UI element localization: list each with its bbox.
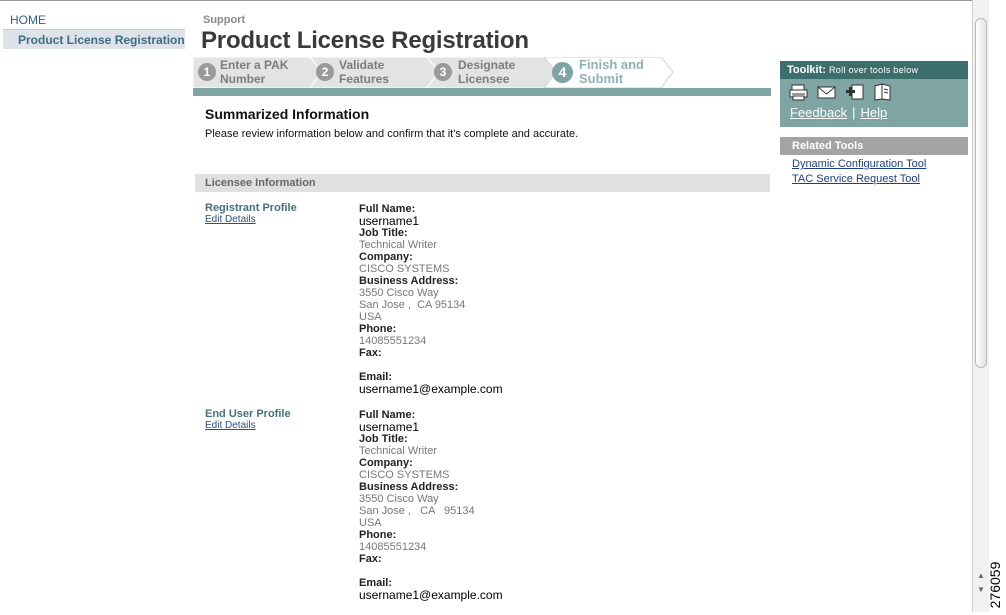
end-user-details: Full Name: username1 Job Title: Technica… <box>359 409 659 601</box>
full-name-value: username1 <box>359 420 420 434</box>
browser-content: HOME Product License Registration Suppor… <box>0 0 972 612</box>
step-3-line2: Licensee <box>458 72 510 86</box>
phone-value: 14085551234 <box>359 541 427 553</box>
fax-value <box>359 565 659 577</box>
figure-number: 276059 <box>985 555 1005 615</box>
step-4-current: 4 Finish and Submit <box>544 57 674 88</box>
job-title-label: Job Title: <box>359 227 408 239</box>
step-1-label: Enter a PAK Number <box>220 58 288 86</box>
end-user-profile-label: End User Profile <box>205 408 291 420</box>
step-2-line1: Validate <box>339 58 385 72</box>
company-value: CISCO SYSTEMS <box>359 263 450 275</box>
registrant-profile-label: Registrant Profile <box>205 202 297 214</box>
left-nav: HOME Product License Registration <box>3 13 185 49</box>
email-value: username1@example.com <box>359 588 503 602</box>
toolkit-header: Toolkit: Roll over tools below <box>780 61 968 79</box>
toolkit-hint: Roll over tools below <box>828 65 919 75</box>
phone-label: Phone: <box>359 529 397 541</box>
step-3-label: Designate Licensee <box>458 58 515 86</box>
toolkit-title: Toolkit: <box>787 64 826 76</box>
fax-value <box>359 359 659 371</box>
feedback-link[interactable]: Feedback <box>790 105 847 120</box>
address-label: Business Address: <box>359 481 459 493</box>
step-3: 3 Designate Licensee <box>427 57 557 88</box>
email-icon[interactable] <box>817 83 837 101</box>
step-3-number: 3 <box>434 63 452 81</box>
job-title-value: Technical Writer <box>359 239 438 251</box>
step-1-line1: Enter a PAK <box>220 58 289 72</box>
phone-label: Phone: <box>359 323 397 335</box>
company-value: CISCO SYSTEMS <box>359 469 450 481</box>
step-3-line1: Designate <box>458 58 516 72</box>
registrant-details: Full Name: username1 Job Title: Technica… <box>359 203 659 395</box>
step-1-line2: Number <box>220 72 266 86</box>
step-4-line2: Submit <box>579 71 624 86</box>
step-2-label: Validate Features <box>339 58 389 86</box>
step-4-line1: Finish and <box>579 57 644 72</box>
figure-number-text: 276059 <box>987 561 1003 609</box>
scrollbar-thumb[interactable] <box>975 18 987 368</box>
summary-description: Please review information below and conf… <box>205 128 579 140</box>
step-1: 1 Enter a PAK Number <box>193 57 323 88</box>
step-2: 2 Validate Features <box>310 57 440 88</box>
address-label: Business Address: <box>359 275 459 287</box>
phone-value: 14085551234 <box>359 335 427 347</box>
toolkit-panel: Toolkit: Roll over tools below Feedback |… <box>780 61 968 127</box>
open-book-icon[interactable] <box>873 83 893 101</box>
step-2-line2: Features <box>339 72 390 86</box>
end-user-edit-details-link[interactable]: Edit Details <box>205 420 256 431</box>
full-name-value: username1 <box>359 214 420 228</box>
toolkit-links: Feedback | Help <box>790 105 887 120</box>
step-4-label: Finish and Submit <box>579 58 644 86</box>
vertical-scrollbar[interactable]: ▲ ▼ <box>972 0 989 612</box>
dynamic-configuration-tool-link[interactable]: Dynamic Configuration Tool <box>792 158 926 170</box>
registrant-edit-details-link[interactable]: Edit Details <box>205 214 256 225</box>
nav-item-product-license-registration[interactable]: Product License Registration <box>3 29 185 49</box>
wizard-steps: 1 Enter a PAK Number 2 Validate Features… <box>193 57 771 96</box>
add-bookmark-icon[interactable] <box>845 83 865 101</box>
print-icon[interactable] <box>789 83 809 101</box>
nav-home-link[interactable]: HOME <box>3 13 185 29</box>
summary-title: Summarized Information <box>205 106 370 122</box>
steps-underline <box>193 88 771 96</box>
fax-label: Fax: <box>359 553 382 565</box>
breadcrumb-section: Support <box>203 14 246 26</box>
address-line2: San Jose , CA 95134 <box>359 299 466 311</box>
address-line3: USA <box>359 311 382 323</box>
job-title-label: Job Title: <box>359 433 408 445</box>
fax-label: Fax: <box>359 347 382 359</box>
company-label: Company: <box>359 457 413 469</box>
related-tools-header: Related Tools <box>780 137 968 155</box>
address-line1: 3550 Cisco Way <box>359 287 439 299</box>
address-line2: San Jose , CA 95134 <box>359 505 475 517</box>
step-2-number: 2 <box>316 63 334 81</box>
page-title: Product License Registration <box>201 27 529 54</box>
email-value: username1@example.com <box>359 382 503 396</box>
job-title-value: Technical Writer <box>359 445 438 457</box>
step-4-number: 4 <box>552 62 573 83</box>
company-label: Company: <box>359 251 413 263</box>
licensee-section-header: Licensee Information <box>195 174 770 192</box>
help-link[interactable]: Help <box>860 105 887 120</box>
address-line1: 3550 Cisco Way <box>359 493 439 505</box>
step-1-number: 1 <box>198 63 216 81</box>
address-line3: USA <box>359 517 382 529</box>
tac-service-request-tool-link[interactable]: TAC Service Request Tool <box>792 173 920 185</box>
toolkit-separator: | <box>852 105 856 120</box>
